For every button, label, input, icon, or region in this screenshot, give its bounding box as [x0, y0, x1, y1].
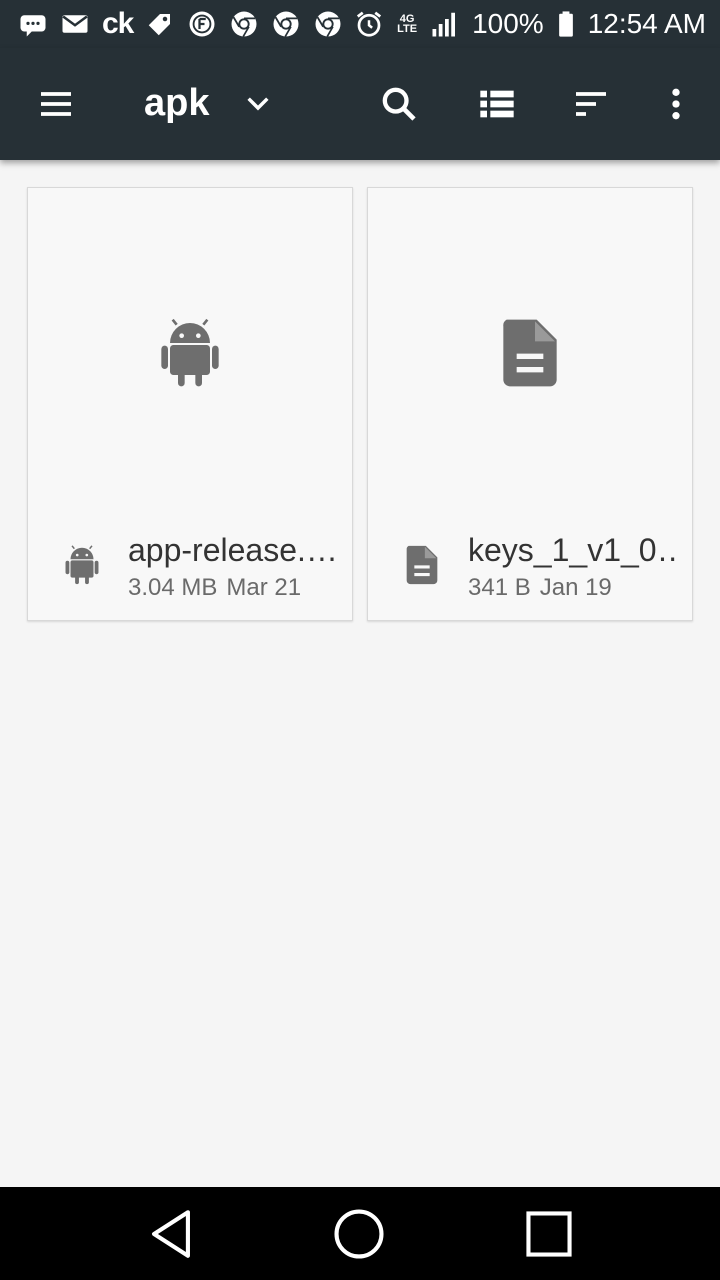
file-size: 341 B — [468, 574, 531, 601]
chrome-icon — [271, 9, 301, 39]
message-icon — [18, 9, 48, 39]
file-thumbnail — [28, 188, 352, 518]
chrome-icon — [313, 9, 343, 39]
folder-title[interactable]: apk — [144, 82, 209, 125]
email-icon — [60, 9, 90, 39]
file-date: Jan 19 — [539, 574, 612, 601]
file-thumbnail — [368, 188, 692, 518]
search-icon — [382, 87, 416, 121]
back-button[interactable] — [142, 1205, 200, 1263]
signal-icon — [430, 9, 460, 39]
chrome-icon — [229, 9, 259, 39]
list-view-button[interactable] — [469, 76, 525, 132]
file-card[interactable]: app-release.… 3.04 MB Mar 21 — [27, 187, 353, 621]
recents-icon — [526, 1211, 572, 1257]
alarm-icon — [354, 9, 384, 39]
status-app-text: ck — [102, 7, 134, 40]
document-icon — [406, 545, 438, 585]
status-bar: ck 4G LTE 100% 12:54 AM — [0, 0, 720, 48]
recents-button[interactable] — [520, 1205, 578, 1263]
android-icon — [161, 318, 219, 387]
status-time: 12:54 AM — [587, 8, 706, 39]
file-type-icon — [58, 540, 106, 590]
file-meta: 3.04 MB Mar 21 — [128, 574, 301, 602]
circle-f-icon — [187, 9, 217, 39]
list-view-icon — [480, 90, 514, 118]
menu-button[interactable] — [28, 76, 84, 132]
file-card[interactable]: keys_1_v1_0… 341 B Jan 19 — [367, 187, 693, 621]
file-type-icon — [398, 540, 446, 590]
tag-icon — [145, 9, 175, 39]
sort-icon — [576, 92, 606, 116]
search-button[interactable] — [371, 76, 427, 132]
sort-button[interactable] — [563, 76, 619, 132]
menu-icon — [41, 92, 71, 116]
network-type: 4G LTE — [396, 14, 418, 35]
status-bar-left: ck — [18, 7, 343, 41]
file-name: app-release.… — [128, 532, 338, 568]
android-icon — [65, 545, 99, 585]
network-lte-text: LTE — [397, 23, 418, 35]
status-bar-right: 4G LTE 100% 12:54 AM — [354, 8, 706, 40]
more-vert-icon — [672, 88, 680, 120]
battery-icon — [556, 9, 576, 39]
back-icon — [152, 1210, 190, 1258]
document-icon — [503, 319, 557, 387]
home-icon — [334, 1209, 384, 1259]
battery-percent: 100% — [472, 8, 544, 39]
system-nav-bar — [0, 1187, 720, 1280]
more-options-button[interactable] — [648, 76, 704, 132]
home-button[interactable] — [330, 1205, 388, 1263]
file-size: 3.04 MB — [128, 574, 218, 601]
file-meta: 341 B Jan 19 — [468, 574, 612, 602]
file-name: keys_1_v1_0… — [468, 532, 678, 568]
dropdown-icon — [247, 97, 269, 111]
file-date: Mar 21 — [226, 574, 302, 601]
app-toolbar: apk — [0, 48, 720, 160]
folder-dropdown-button[interactable] — [236, 78, 280, 130]
